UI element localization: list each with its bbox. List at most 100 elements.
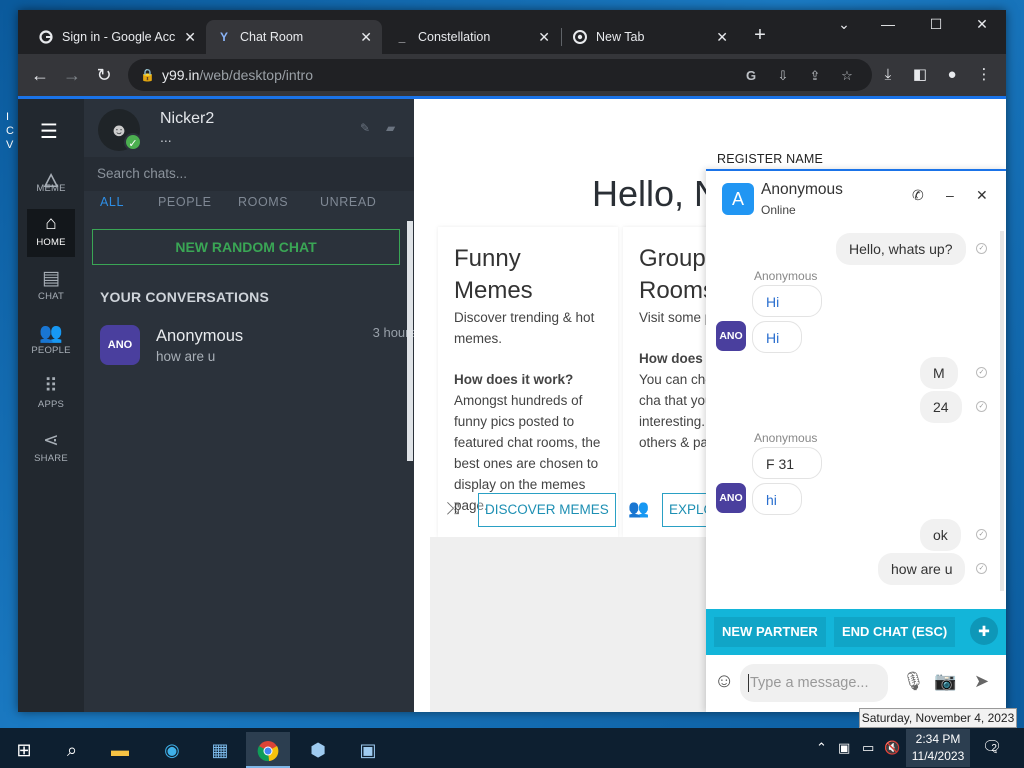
rail-item-apps[interactable]: ⠿ APPS [27,371,75,419]
camera-icon[interactable]: 📷 [934,671,956,692]
desktop-icons-partial[interactable]: ICV [6,110,18,152]
filter-rooms[interactable]: ROOMS [238,195,288,209]
install-icon[interactable]: ⇩ [774,67,792,85]
clock-date: 11/4/2023 [911,749,965,763]
filter-people[interactable]: PEOPLE [158,195,212,209]
store-icon[interactable]: ▦ [198,732,242,768]
rail-item-people[interactable]: 👥 PEOPLE [27,317,75,365]
shuffle-icon: ⤨ [446,499,460,518]
scrollbar[interactable] [407,221,413,461]
virtualbox-icon[interactable]: ⬢ [296,732,340,768]
close-icon[interactable]: ✕ [716,29,728,46]
message-incoming: F 31 [752,447,822,479]
new-random-chat-button[interactable]: NEW RANDOM CHAT [92,229,400,265]
rail-item-home[interactable]: ⌂ HOME [27,209,75,257]
avatar: A [722,183,754,215]
address-bar[interactable]: 🔒 y99.in/web/desktop/intro G ⇩ ⇪ ☆ [128,59,872,91]
hamburger-menu-icon[interactable]: ☰ [40,119,58,144]
minimize-chat-button[interactable]: – [946,187,954,203]
message-outgoing: ok [920,519,961,551]
rail-label: APPS [37,399,65,410]
new-tab-button[interactable]: + [748,24,772,48]
minimize-button[interactable]: — [868,16,908,32]
share-page-icon[interactable]: ⇪ [806,67,824,85]
maximize-button[interactable]: ☐ [916,16,956,33]
forward-button[interactable]: → [60,63,84,87]
download-icon[interactable]: ⤓ [878,66,898,86]
chevron-down-icon[interactable]: ⌄ [824,16,864,33]
message-sender: Anonymous [754,431,818,445]
card-how-title: How does it work? [454,372,574,387]
notification-center-icon[interactable]: 🗨2 [982,737,1008,757]
new-partner-button[interactable]: NEW PARTNER [714,617,826,647]
partner-name: Anonymous [761,181,843,198]
lock-icon: 🔒 [140,68,155,82]
nav-rail: ☰ 🜂 MEME ⌂ HOME ▤ CHAT 👥 PEOPLE ⠿ APPS ⋖… [18,99,84,712]
close-icon[interactable]: ✕ [184,29,196,46]
chrome-icon [572,29,588,45]
close-icon[interactable]: ✕ [538,29,550,46]
xp-app-icon[interactable]: ▣ [346,732,390,768]
rail-item-share[interactable]: ⋖ SHARE [27,425,75,473]
conversation-name: Anonymous [156,327,244,345]
close-window-button[interactable]: ✕ [962,16,1002,33]
send-icon[interactable]: ➤ [974,671,989,692]
my-profile[interactable]: ☻ ✓ [98,109,142,151]
emoji-icon[interactable]: ☺ [714,670,734,693]
edge-icon[interactable]: ◉ [150,732,194,768]
kebab-menu-icon[interactable]: ⋮ [974,66,994,86]
scrollbar[interactable] [1000,231,1004,591]
add-friend-icon[interactable]: ✚ [970,617,998,645]
compose-icon[interactable]: ▰ [386,121,395,135]
profile-status[interactable]: ... [160,129,172,145]
close-icon[interactable]: ✕ [360,29,372,46]
tab-google-signin[interactable]: Sign in - Google Acc ✕ [28,20,206,54]
back-button[interactable]: ← [28,63,52,87]
message-outgoing: Hello, whats up? [836,233,966,265]
edit-icon[interactable]: ✎ [360,121,370,135]
tray-app-icon[interactable]: ▣ [838,740,850,756]
windows-start-icon[interactable]: ⊞ [2,732,46,768]
message-input[interactable]: Type a message... [740,664,888,702]
filter-all[interactable]: ALL [100,195,124,209]
date-tooltip: Saturday, November 4, 2023 [859,708,1017,728]
chrome-taskbar-icon[interactable] [246,732,290,768]
network-icon[interactable]: ▭ [862,740,874,756]
filter-unread[interactable]: UNREAD [320,195,376,209]
taskbar-clock[interactable]: 2:34 PM 11/4/2023 [906,729,970,767]
rail-item-meme[interactable]: 🜂 MEME [27,155,75,203]
tab-constellation[interactable]: _ Constellation ✕ [384,20,560,54]
register-name-link[interactable]: REGISTER NAME [717,152,823,166]
flame-icon: 🜂 [42,171,60,192]
browser-window: Sign in - Google Acc ✕ Y Chat Room ✕ _ C… [18,10,1006,712]
file-explorer-icon[interactable]: ▬ [98,732,142,768]
google-icon [38,29,54,45]
google-translate-icon[interactable]: G [742,67,760,85]
read-tick-icon: ✓ [976,563,987,574]
card-desc: Discover trending & hot memes. [454,310,595,346]
conversation-item[interactable]: ANO Anonymous how are u 3 hours [100,325,416,369]
volume-muted-icon[interactable]: 🔇 [884,740,900,756]
tab-chat-room[interactable]: Y Chat Room ✕ [206,20,382,54]
bookmark-star-icon[interactable]: ☆ [838,67,856,85]
phone-icon[interactable]: ✆ [912,187,924,204]
microphone-icon[interactable]: 🎙 [902,671,925,692]
tray-chevron-icon[interactable]: ⌃ [816,740,827,756]
tab-new-tab[interactable]: New Tab ✕ [562,20,738,54]
rail-label: HOME [36,237,66,248]
close-chat-button[interactable]: ✕ [976,187,988,204]
y99-icon: Y [219,30,228,44]
share-icon: ⋖ [43,430,59,451]
rail-label: MEME [36,183,66,194]
profile-icon[interactable]: ● [942,66,962,86]
people-icon: 👥 [39,323,63,344]
reload-button[interactable]: ↻ [92,63,116,87]
rail-item-chat[interactable]: ▤ CHAT [27,263,75,311]
side-panel-icon[interactable]: ◧ [910,66,930,86]
tab-title: Chat Room [240,30,304,44]
end-chat-button[interactable]: END CHAT (ESC) [834,617,956,647]
discover-memes-button[interactable]: DISCOVER MEMES [478,493,616,527]
search-icon[interactable]: ⌕ [50,732,94,768]
avatar: ANO [100,325,140,365]
search-chats-input[interactable]: Search chats... [84,157,414,191]
